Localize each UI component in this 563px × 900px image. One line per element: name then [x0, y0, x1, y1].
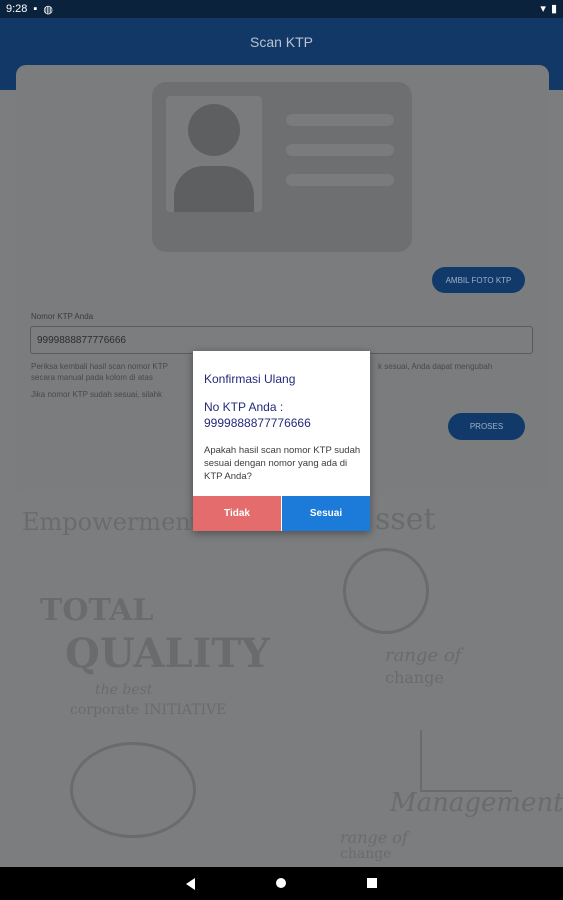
recent-apps-icon[interactable] — [367, 878, 377, 888]
confirm-button[interactable]: Sesuai — [282, 496, 370, 531]
doodle-asset: sset — [375, 502, 436, 537]
ktp-line — [286, 144, 394, 156]
sync-icon: ◍ — [43, 3, 53, 16]
page-title: Scan KTP — [249, 34, 314, 50]
doodle-empowerment: Empowerment — [22, 508, 201, 536]
doodle-quality: QUALITY — [65, 630, 270, 677]
battery-icon: ▮ — [550, 3, 557, 15]
proses-button[interactable]: PROSES — [448, 413, 525, 440]
ktp-line — [286, 174, 394, 186]
help-text-1: Periksa kembali hasil scan nomor KTP — [31, 362, 168, 371]
ktp-illustration — [152, 82, 412, 252]
doodle-change: change — [385, 668, 444, 687]
wifi-icon: ▾ — [540, 3, 546, 15]
doodle-bubble-icon — [70, 742, 196, 838]
doodle-management: Management — [390, 788, 563, 818]
doodle-best: the best — [95, 682, 153, 698]
help-text-1-end: k sesuai, Anda dapat mengubah — [378, 362, 493, 371]
ktp-number-input[interactable]: 9999888877776666 — [30, 326, 533, 354]
confirm-dialog: Konfirmasi Ulang No KTP Anda : 999988887… — [193, 351, 370, 531]
ktp-number-label: Nomor KTP Anda — [31, 312, 94, 321]
dialog-heading-line2: 9999888877776666 — [204, 416, 311, 430]
doodle-total: TOTAL — [40, 593, 154, 628]
notification-icon: ▪ — [33, 3, 38, 15]
doodle-chart-icon — [420, 730, 512, 792]
status-bar: 9:28 ▪ ◍ ▾ ▮ — [0, 0, 563, 18]
doodle-corporate: corporate INITIATIVE — [70, 702, 227, 718]
help-text-3: Jika nomor KTP sudah sesuai, silahk — [31, 390, 163, 399]
ktp-line — [286, 114, 394, 126]
doodle-clock-icon — [343, 548, 429, 634]
dialog-heading: No KTP Anda : 9999888877776666 — [204, 399, 364, 431]
cancel-button[interactable]: Tidak — [193, 496, 281, 531]
doodle-range-2: range of — [340, 828, 408, 847]
dialog-heading-line1: No KTP Anda : — [204, 400, 284, 414]
ambil-foto-ktp-button[interactable]: AMBIL FOTO KTP — [432, 267, 525, 293]
back-icon[interactable] — [186, 878, 195, 890]
ktp-photo-icon — [166, 96, 262, 212]
help-text-2: secara manual pada kolom di atas — [31, 373, 153, 382]
status-time: 9:28 — [6, 3, 28, 15]
home-icon[interactable] — [276, 878, 286, 888]
nav-bar — [0, 867, 563, 900]
doodle-change-2: change — [340, 846, 392, 862]
dialog-title: Konfirmasi Ulang — [204, 372, 296, 386]
doodle-range: range of — [385, 645, 462, 666]
dialog-message: Apakah hasil scan nomor KTP sudah sesuai… — [204, 445, 361, 482]
